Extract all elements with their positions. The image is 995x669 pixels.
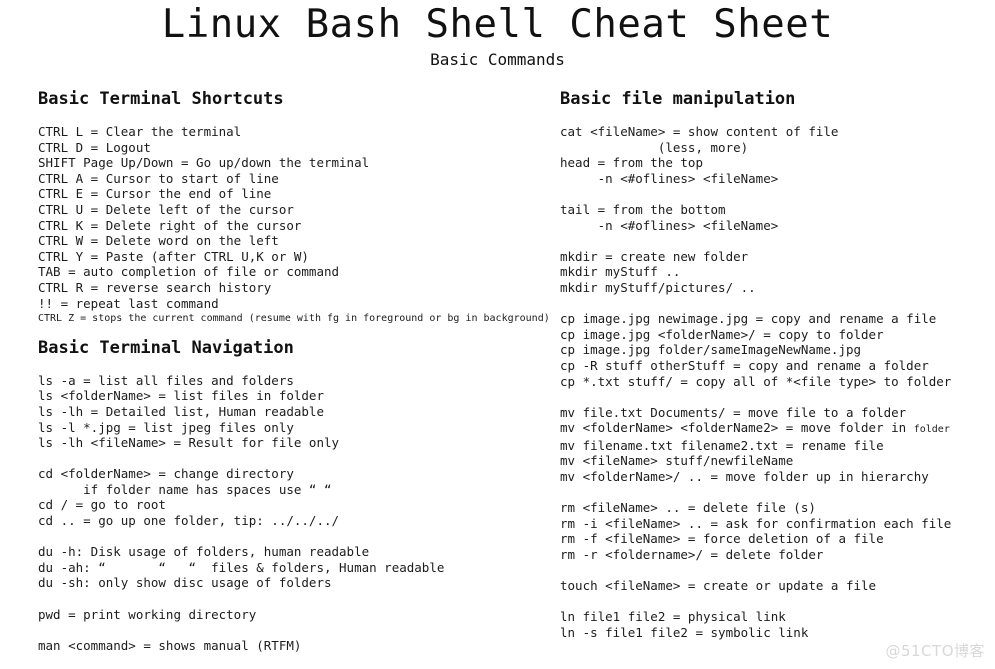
- heading-spacer: [38, 110, 553, 124]
- command-line: CTRL D = Logout: [38, 139, 151, 155]
- section-heading: Basic Terminal Shortcuts: [38, 89, 284, 109]
- command-line: mkdir myStuff ..: [560, 264, 681, 280]
- command-line: du -h: Disk usage of folders, human read…: [38, 544, 370, 560]
- command-list: ls -a = list all files and folders ls <fo…: [38, 373, 553, 654]
- command-line: rm -r <foldername>/ = delete folder: [560, 547, 824, 563]
- command-line: man <command> = shows manual (RTFM): [38, 637, 302, 653]
- command-line: CTRL K = Delete right of the cursor: [38, 217, 302, 233]
- command-line: rm <fileName> .. = delete file (s): [560, 500, 816, 516]
- command-line: ls -l *.jpg = list jpeg files only: [38, 419, 294, 435]
- section-heading: Basic Terminal Navigation: [38, 337, 294, 358]
- command-line: cp image.jpg folder/sameImageNewName.jpg: [560, 342, 862, 358]
- command-line: CTRL Z = stops the current command (resu…: [38, 313, 550, 325]
- command-line: mv file.txt Documents/ = move file to a …: [560, 404, 907, 420]
- command-list: CTRL L = Clear the terminal CTRL D = Logo…: [38, 124, 553, 327]
- watermark: @51CTO博客: [885, 642, 985, 660]
- command-line: CTRL E = Cursor the end of line: [38, 186, 272, 202]
- line-spacer: [560, 233, 985, 249]
- command-line: TAB = auto completion of file or command: [38, 264, 340, 280]
- line-spacer: [38, 591, 553, 607]
- command-line: head = from the top: [560, 155, 703, 171]
- command-line: touch <fileName> = create or update a fi…: [560, 578, 877, 594]
- heading-spacer: [560, 110, 985, 124]
- command-line: ln file1 file2 = physical link: [560, 609, 786, 625]
- heading-spacer: [38, 359, 553, 373]
- line-spacer: [560, 594, 985, 610]
- command-line: CTRL A = Cursor to start of line: [38, 170, 279, 186]
- command-line: CTRL U = Delete left of the cursor: [38, 201, 294, 217]
- right-column: Basic file manipulation cat <fileName> = …: [560, 88, 985, 641]
- line-spacer: [560, 389, 985, 405]
- command-line: ls -lh = Detailed list, Human readable: [38, 403, 324, 419]
- command-line: mv <folderName> <folderName2> = move fol…: [560, 420, 950, 436]
- line-spacer: [38, 451, 553, 467]
- line-spacer: [38, 622, 553, 638]
- line-spacer: [560, 296, 985, 312]
- command-line: rm -f <fileName> = force deletion of a f…: [560, 531, 884, 547]
- command-line: du -ah: “ “ “ files & folders, Human rea…: [38, 559, 445, 575]
- command-line: SHIFT Page Up/Down = Go up/down the term…: [38, 155, 370, 171]
- section-heading: Basic file manipulation: [560, 89, 796, 109]
- command-line: if folder name has spaces use “ “: [38, 481, 332, 497]
- line-spacer: [560, 563, 985, 579]
- command-line: mv <fileName> stuff/newfileName: [560, 453, 794, 469]
- command-line: -n <#oflines> <fileName>: [560, 217, 779, 233]
- command-line: cd .. = go up one folder, tip: ../../../: [38, 513, 340, 529]
- command-line: cp -R stuff otherStuff = copy and rename…: [560, 357, 929, 373]
- command-line: du -sh: only show disc usage of folders: [38, 575, 332, 591]
- left-column: Basic Terminal Shortcuts CTRL L = Clear t…: [38, 88, 553, 653]
- command-line-suffix: folder: [913, 424, 950, 436]
- line-spacer: [560, 485, 985, 501]
- page-header: Linux Bash Shell Cheat Sheet Basic Comma…: [0, 0, 995, 70]
- page-subtitle: Basic Commands: [430, 50, 565, 69]
- command-line: tail = from the bottom: [560, 201, 726, 217]
- command-line: mv <folderName>/ .. = move folder up in …: [560, 469, 929, 485]
- line-spacer: [38, 529, 553, 545]
- command-line: cp *.txt stuff/ = copy all of *<file typ…: [560, 373, 952, 389]
- command-line: ls -a = list all files and folders: [38, 372, 294, 388]
- command-line: -n <#oflines> <fileName>: [560, 170, 779, 186]
- command-line: pwd = print working directory: [38, 606, 257, 622]
- command-line: ls <folderName> = list files in folder: [38, 388, 324, 404]
- command-line: cp image.jpg <folderName>/ = copy to fol…: [560, 326, 884, 342]
- command-line: CTRL R = reverse search history: [38, 279, 272, 295]
- command-line: cp image.jpg newimage.jpg = copy and ren…: [560, 311, 937, 327]
- command-line: mv filename.txt filename2.txt = rename f…: [560, 437, 884, 453]
- command-line: rm -i <fileName> .. = ask for confirmati…: [560, 515, 952, 531]
- line-spacer: [560, 186, 985, 202]
- command-line: CTRL Y = Paste (after CTRL U,K or W): [38, 248, 309, 264]
- command-line: cat <fileName> = show content of file: [560, 124, 839, 139]
- command-line: cd <folderName> = change directory: [38, 466, 294, 482]
- command-line: cd / = go to root: [38, 497, 166, 513]
- page-title: Linux Bash Shell Cheat Sheet: [161, 2, 834, 47]
- command-line: !! = repeat last command: [38, 295, 219, 311]
- command-line: mkdir myStuff/pictures/ ..: [560, 279, 756, 295]
- command-line: CTRL L = Clear the terminal: [38, 124, 242, 139]
- command-line: ln -s file1 file2 = symbolic link: [560, 625, 809, 640]
- command-line: mkdir = create new folder: [560, 248, 749, 264]
- command-line: (less, more): [560, 139, 749, 155]
- command-line: CTRL W = Delete word on the left: [38, 233, 279, 249]
- command-line: ls -lh <fileName> = Result for file only: [38, 435, 340, 451]
- command-list: cat <fileName> = show content of file (l…: [560, 124, 985, 641]
